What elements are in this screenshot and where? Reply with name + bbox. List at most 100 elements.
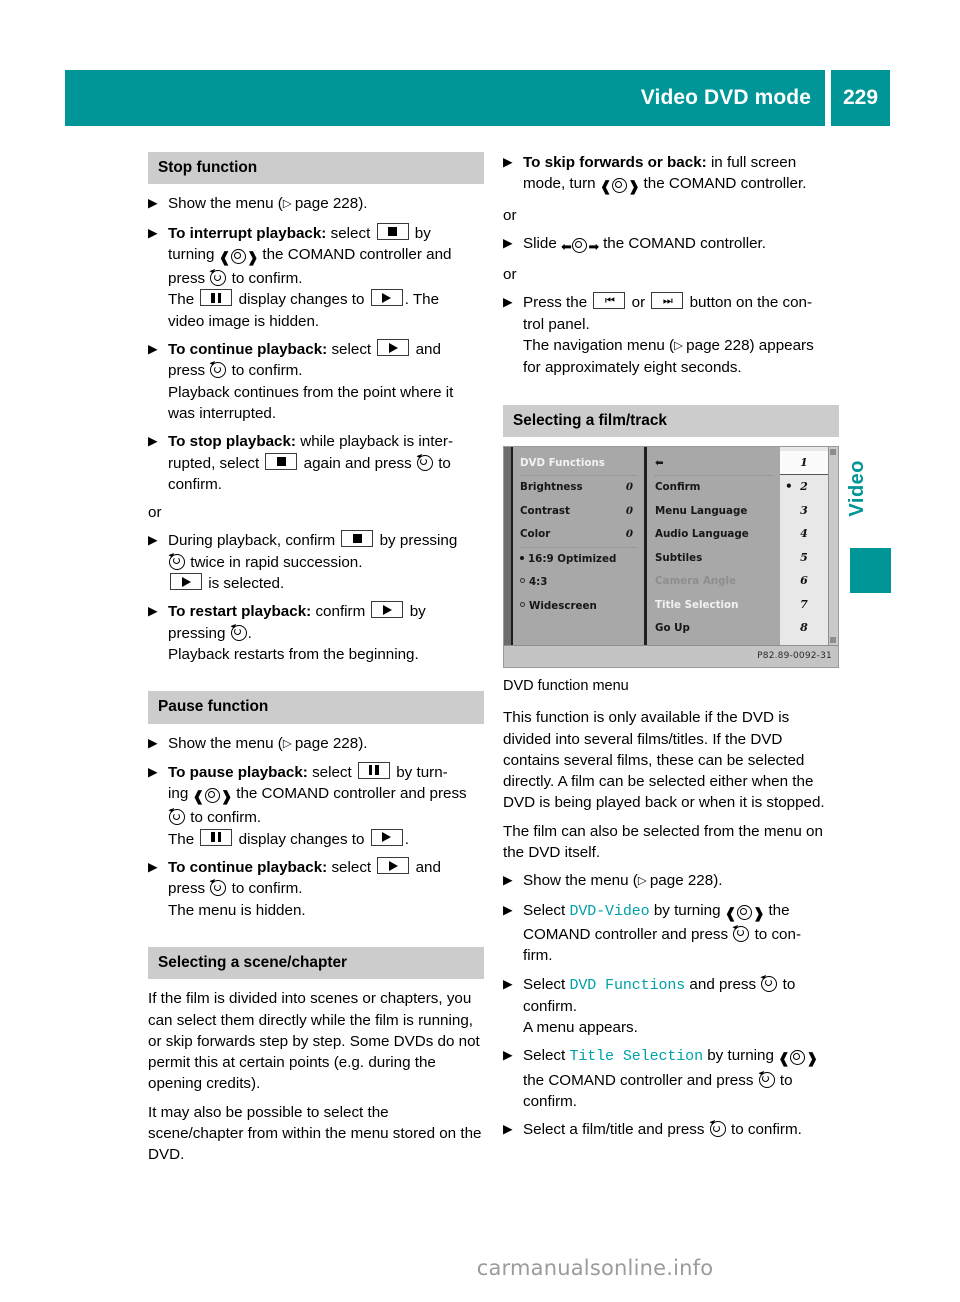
comand-turn-knob-icon: ❰ ❱ [724,904,765,921]
text-confirm: confirm [315,603,366,621]
comand-turn-knob-icon: ❰ ❱ [192,788,232,805]
stop-button-icon [341,530,374,548]
step-press-skip-buttons: ▶ Press the ⏮ or ⏭ button on the con- tr… [503,292,839,378]
title-item-4[interactable]: 4 [780,522,828,546]
radio-unselected-icon [520,578,525,584]
step-stop-playback: ▶ To stop playback: while playback is in… [148,431,484,495]
section-heading-selecting-film-track: Selecting a film/track [503,404,839,437]
text-while: while playback is inter- [300,433,454,451]
menu-item-menu-language[interactable]: Menu Language [655,500,773,524]
title-number: 7 [800,597,808,611]
or-separator-3: or [503,266,517,284]
menu-item-back-arrow[interactable]: ⬅ [655,452,773,476]
menu-item-value: 0 [625,504,633,517]
step-bullet-icon: ▶ [503,1122,513,1137]
menu-item-label: Title Selection [655,598,739,611]
menu-token-dvd-video: DVD-Video [569,902,650,920]
menu-item-contrast[interactable]: Contrast 0 [520,500,637,524]
text-and: and [415,341,441,359]
title-item-8[interactable]: 8 [780,616,828,640]
text-select: Select [523,901,566,919]
text-was-interrupted: was interrupted. [168,404,277,422]
menu-item-label: Brightness [520,481,583,494]
paragraph-scene-chapter-2: It may also be possible to select the sc… [148,1103,482,1164]
text-select: Select [523,1047,566,1065]
radio-selected-icon [520,555,524,560]
title-item-3[interactable]: 3 [780,499,828,523]
menu-item-brightness[interactable]: Brightness 0 [520,475,637,500]
menu-item-camera-angle: Camera Angle [655,570,773,594]
step-text-pre: Show the menu ( [523,872,638,890]
scrollbar-down-arrow-icon[interactable] [830,636,836,643]
comand-press-icon [210,270,227,287]
step-during-playback-confirm: ▶ During playback, confirm by pressing t… [148,530,484,594]
page-ref-label: page 228 [686,337,750,355]
title-number: 8 [800,621,808,635]
text-by: by [409,603,426,621]
step-pause-playback: ▶ To pause playback: select by turn- ing… [148,761,484,850]
menu-item-confirm[interactable]: Confirm [655,475,773,500]
figure-code-bar: P82.89-0092-31 [504,644,838,667]
comand-press-icon [210,362,227,379]
step-select-dvd-video: ▶ Select DVD-Video by turning ❰ ❱ the COM… [503,900,839,967]
comand-turn-knob-icon: ❰ ❱ [599,178,640,195]
text-button-panel: button on the con- [689,294,813,312]
title-item-1[interactable]: 1 [780,450,828,476]
step-label-bold: To skip forwards or back: [523,154,707,171]
menu-item-label: Contrast [520,504,570,517]
step-continue-playback-1: ▶ To continue playback: select and press… [148,339,484,424]
step-bullet-icon: ▶ [503,235,513,250]
pause-button-icon [200,828,233,846]
text-confirm: to confirm. [231,362,303,380]
right-column: ▶ To skip forwards or back: in full scre… [503,152,839,1148]
dvd-menu-column-titles: 1 • 2 3 4 5 6 7 8 [780,446,828,645]
step-select-film-title: ▶ Select a film/title and press to confi… [503,1119,839,1140]
menu-item-16-9-optimized[interactable]: 16:9 Optimized [520,546,637,572]
text-and: and [415,859,441,877]
title-item-6[interactable]: 6 [780,569,828,593]
text-controller: the COMAND controller. [603,234,766,252]
text-select: Select [523,975,566,993]
menu-item-dvd-functions[interactable]: DVD Functions [520,452,637,476]
scrollbar-up-arrow-icon[interactable] [830,448,836,455]
text-press: press [168,270,206,288]
menu-item-subtiles[interactable]: Subtiles [655,547,773,571]
menu-item-go-up[interactable]: Go Up [655,617,773,641]
text-to: to [438,454,451,472]
figure-caption: DVD function menu [503,677,629,694]
text-mode-turn: mode, turn [523,175,596,193]
title-number: 1 [800,455,808,469]
step-bullet-icon: ▶ [148,434,158,449]
title-item-7[interactable]: 7 [780,593,828,617]
title-item-2[interactable]: • 2 [780,475,828,499]
title-item-5[interactable]: 5 [780,546,828,570]
text-rupted-select: rupted, select [168,454,260,472]
text-select: select [312,763,352,781]
menu-item-widescreen[interactable]: Widescreen [520,595,637,619]
radio-unselected-icon [520,601,525,607]
step-bullet-icon: ▶ [148,533,158,548]
step-label-bold: To interrupt playback: [168,224,327,242]
comand-press-icon [758,1071,775,1088]
side-tab-marker [850,548,891,593]
menu-item-4-3[interactable]: 4:3 [520,571,637,595]
comand-press-icon [230,624,247,641]
paragraph-film-track-2: The film can also be selected from the m… [503,822,823,862]
step-text-post: ). [358,734,368,752]
title-number: 3 [800,503,808,517]
text-controller-press: the COMAND controller and press [236,785,467,803]
step-restart-playback: ▶ To restart playback: confirm by pressi… [148,601,484,665]
text-appears: ) appears [749,337,814,355]
text-is-selected: is selected. [208,575,285,593]
menu-item-title-selection[interactable]: Title Selection [655,594,773,618]
text-the: The [168,291,195,309]
text-playback-continues: Playback continues from the point where … [168,383,454,401]
dvd-menu-scrollbar[interactable] [828,446,838,645]
menu-item-audio-language[interactable]: Audio Language [655,523,773,547]
step-bullet-icon: ▶ [503,902,513,917]
step-bullet-icon: ▶ [148,604,158,619]
page-ref-triangle-icon: ▷ [637,875,650,888]
step-bullet-icon: ▶ [148,764,158,779]
menu-item-label: Color [520,528,551,541]
menu-item-color[interactable]: Color 0 [520,523,637,547]
